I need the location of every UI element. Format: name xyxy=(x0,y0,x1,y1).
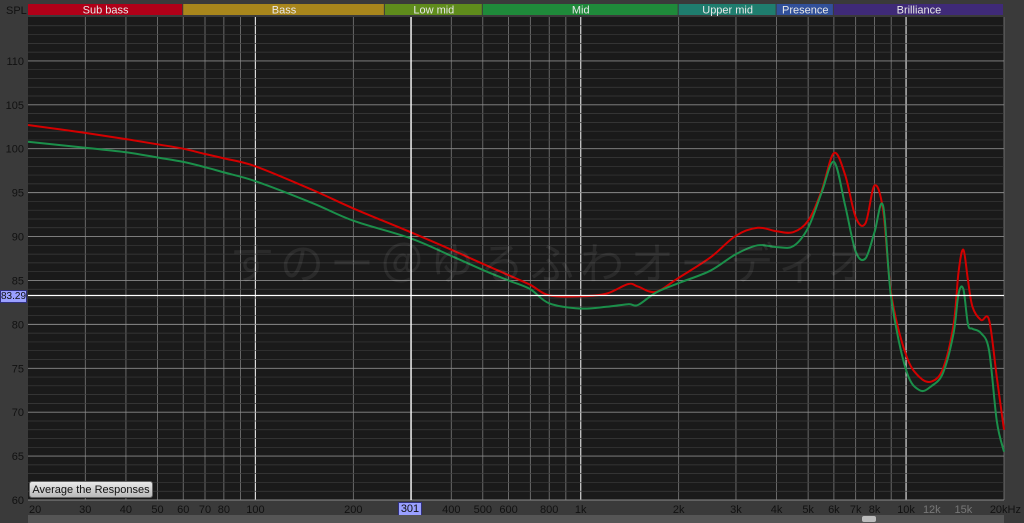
y-tick-label: 60 xyxy=(12,495,24,507)
frequency-response-window: Sub bass Bass Low mid Mid Upper mid Presence B… xyxy=(0,0,1024,523)
y-axis-title: SPL xyxy=(6,5,27,17)
y-tick-label: 70 xyxy=(12,407,24,419)
y-tick-label: 110 xyxy=(6,56,24,68)
y-tick-label: 85 xyxy=(12,275,24,287)
band-label-3: Mid xyxy=(572,5,590,17)
scrollbar-thumb[interactable] xyxy=(862,516,876,522)
cursor-y-readout: 83.29 xyxy=(0,290,27,303)
y-axis-ticks: 60 65 70 75 80 85 90 95 100 105 110 xyxy=(6,56,24,507)
y-tick-label: 95 xyxy=(12,188,24,200)
y-tick-label: 75 xyxy=(12,363,24,375)
average-responses-button[interactable]: Average the Responses xyxy=(29,481,153,498)
y-tick-label: 100 xyxy=(6,144,24,156)
band-label-6: Brilliance xyxy=(897,5,942,17)
band-label-1: Bass xyxy=(272,5,297,17)
frequency-response-chart[interactable]: Sub bass Bass Low mid Mid Upper mid Presence B… xyxy=(0,0,1024,523)
horizontal-scrollbar[interactable] xyxy=(28,515,1004,523)
plot-area xyxy=(28,17,1004,500)
frequency-band-bar: Sub bass Bass Low mid Mid Upper mid Presence B… xyxy=(28,4,1003,17)
band-label-5: Presence xyxy=(782,5,828,17)
y-tick-label: 105 xyxy=(6,100,24,112)
y-tick-label: 65 xyxy=(12,451,24,463)
y-tick-label: 80 xyxy=(12,319,24,331)
band-label-2: Low mid xyxy=(413,5,454,17)
cursor-x-readout: 301 xyxy=(398,502,422,516)
band-label-4: Upper mid xyxy=(702,5,753,17)
y-tick-label: 90 xyxy=(12,232,24,244)
band-label-0: Sub bass xyxy=(83,5,129,17)
